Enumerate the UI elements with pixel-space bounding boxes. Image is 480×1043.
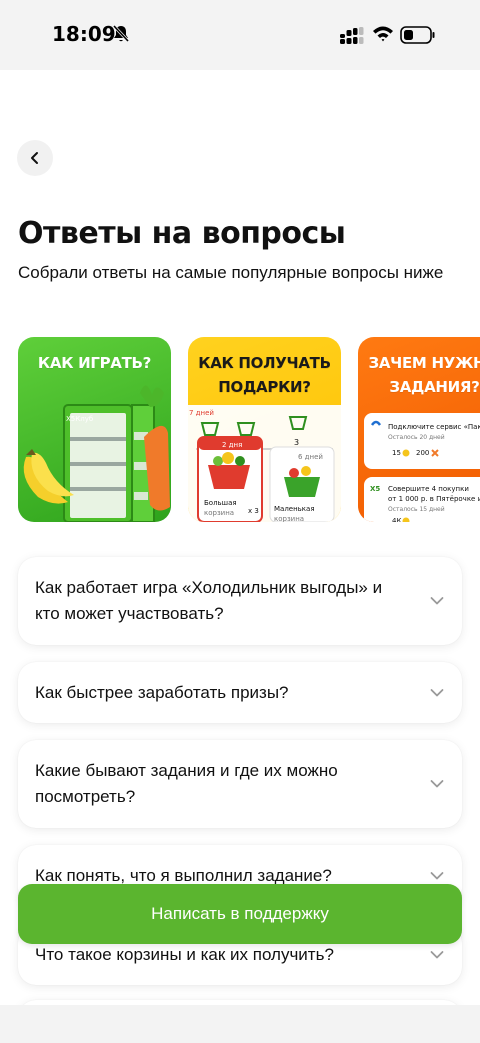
svg-text:6 дней: 6 дней xyxy=(298,453,323,461)
chevron-down-icon xyxy=(430,951,444,959)
story-card-how-to-play[interactable]: КАК ИГРАТЬ? Х5Клуб xyxy=(18,337,171,522)
svg-text:корзина: корзина xyxy=(274,515,304,522)
stories-carousel[interactable]: КАК ИГРАТЬ? Х5Клуб КАК ПОЛУЧАТЬ ПОДАРКИ?… xyxy=(18,337,480,522)
battery-icon xyxy=(400,26,435,44)
svg-text:Большая: Большая xyxy=(204,499,237,507)
story-title: КАК ИГРАТЬ? xyxy=(37,354,152,372)
home-indicator-area xyxy=(0,1005,480,1043)
faq-question: Что такое корзины и как их получить? xyxy=(35,945,334,964)
faq-item[interactable]: Какие бывают задания и где их можно посм… xyxy=(18,740,462,828)
story-card-how-to-get-gifts[interactable]: КАК ПОЛУЧАТЬ ПОДАРКИ? 7 дней 3 2 дня Бол… xyxy=(188,337,341,522)
svg-text:Осталось 15 дней: Осталось 15 дней xyxy=(388,506,445,513)
faq-question: Как работает игра «Холодильник выгоды» и… xyxy=(35,578,383,623)
x5-logo-icon: Х5Клуб xyxy=(66,415,93,423)
svg-text:3: 3 xyxy=(294,438,299,447)
svg-text:4К: 4К xyxy=(392,517,401,522)
faq-question: Как быстрее заработать призы? xyxy=(35,682,289,702)
svg-text:от 1 000 р. в Пятёрочке или: от 1 000 р. в Пятёрочке или xyxy=(388,495,480,503)
faq-item[interactable]: Как быстрее заработать призы? xyxy=(18,662,462,723)
bell-slash-icon xyxy=(112,24,130,43)
status-time: 18:09 xyxy=(52,22,116,46)
chevron-left-icon xyxy=(31,152,38,164)
support-button[interactable]: Написать в поддержку xyxy=(18,884,462,944)
signal-icon xyxy=(340,27,364,44)
faq-screen: Ответы на вопросы Собрали ответы на самы… xyxy=(0,70,480,1005)
chevron-down-icon xyxy=(430,597,444,605)
back-button[interactable] xyxy=(17,140,53,176)
status-bar: 18:09 xyxy=(0,0,480,70)
chevron-down-icon xyxy=(430,871,444,879)
page-title: Ответы на вопросы xyxy=(18,216,346,251)
chevron-down-icon xyxy=(430,688,444,696)
svg-text:корзина: корзина xyxy=(204,509,234,517)
tasks-illustration: Подключите сервис «Пакет» Осталось 20 дн… xyxy=(364,413,480,522)
svg-text:7 дней: 7 дней xyxy=(189,409,214,417)
faq-item[interactable]: Как работает игра «Холодильник выгоды» и… xyxy=(18,557,462,645)
svg-text:Маленькая: Маленькая xyxy=(274,505,315,513)
story-card-why-tasks[interactable]: ЗАЧЕМ НУЖНЫ ЗАДАНИЯ? Подключите сервис «… xyxy=(358,337,480,522)
svg-text:x 3: x 3 xyxy=(248,507,259,515)
wifi-icon xyxy=(373,26,393,42)
page-subtitle: Собрали ответы на самые популярные вопро… xyxy=(18,263,444,282)
baskets-illustration: 7 дней 3 2 дня Большая корзина x 3 6 дне… xyxy=(188,405,341,522)
faq-question: Какие бывают задания и где их можно посм… xyxy=(35,761,338,806)
svg-text:Подключите сервис «Пакет»: Подключите сервис «Пакет» xyxy=(388,423,480,431)
svg-text:2 дня: 2 дня xyxy=(222,441,242,449)
svg-text:200: 200 xyxy=(416,449,429,457)
svg-text:15: 15 xyxy=(392,449,401,457)
chevron-down-icon xyxy=(430,780,444,788)
svg-text:Осталось 20 дней: Осталось 20 дней xyxy=(388,434,445,441)
svg-text:Х5: Х5 xyxy=(370,485,380,493)
svg-text:Совершите 4 покупки: Совершите 4 покупки xyxy=(388,485,469,493)
svg-text:Х5Клуб: Х5Клуб xyxy=(66,415,93,423)
